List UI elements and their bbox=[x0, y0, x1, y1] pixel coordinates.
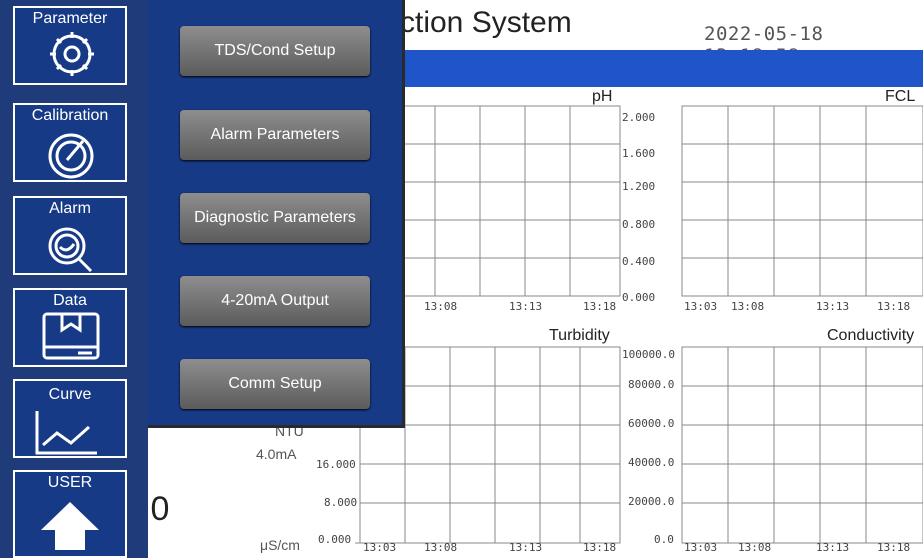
fcl-chart-grid bbox=[681, 105, 923, 297]
fcl-xtick: 13:18 bbox=[877, 300, 911, 313]
conductivity-xtick: 13:08 bbox=[738, 541, 772, 554]
parameter-dropdown-menu: TDS/Cond Setup Alarm Parameters Diagnost… bbox=[148, 0, 405, 428]
sidebar: Parameter Calibration Alarm Data Curve U… bbox=[0, 0, 148, 558]
conductivity-ytick: 60000.0 bbox=[628, 417, 675, 430]
header-bar bbox=[398, 50, 923, 87]
ph-xtick: 13:13 bbox=[509, 300, 543, 313]
ph-ytick: 0.400 bbox=[622, 255, 656, 268]
turbidity-ytick: 8.000 bbox=[324, 496, 358, 509]
ph-ytick: 1.600 bbox=[622, 147, 656, 160]
conductivity-ytick: 80000.0 bbox=[628, 378, 675, 391]
ph-ytick: 1.200 bbox=[622, 180, 656, 193]
conductivity-ytick: 100000.0 bbox=[622, 348, 675, 361]
sidebar-item-calibration[interactable]: Calibration bbox=[13, 103, 127, 182]
turbidity-chart-title: Turbidity bbox=[549, 327, 610, 344]
conductivity-ytick: 40000.0 bbox=[628, 456, 675, 469]
ph-ytick: 0.000 bbox=[622, 291, 656, 304]
ph-ytick: 0.800 bbox=[622, 218, 656, 231]
fcl-xtick: 13:13 bbox=[816, 300, 850, 313]
ph-ytick: 2.000 bbox=[622, 111, 656, 124]
conductivity-xtick: 13:18 bbox=[877, 541, 911, 554]
ph-xtick: 13:08 bbox=[424, 300, 458, 313]
conductivity-chart-title: Conductivity bbox=[827, 327, 915, 344]
diagnostic-parameters-button[interactable]: Diagnostic Parameters bbox=[180, 193, 370, 243]
turbidity-xtick: 13:13 bbox=[509, 541, 543, 554]
gauge-icon bbox=[48, 133, 94, 179]
conductivity-xtick: 13:03 bbox=[684, 541, 718, 554]
sidebar-item-parameter[interactable]: Parameter bbox=[13, 6, 127, 85]
trend-curve-icon bbox=[35, 411, 97, 455]
current-output-label: 4.0mA bbox=[256, 446, 297, 462]
sidebar-item-data[interactable]: Data bbox=[13, 288, 127, 367]
comm-setup-button[interactable]: Comm Setup bbox=[180, 359, 370, 409]
gear-icon bbox=[50, 32, 94, 76]
sidebar-item-curve[interactable]: Curve bbox=[13, 379, 127, 458]
conductivity-ytick: 20000.0 bbox=[628, 495, 675, 508]
conductivity-unit-label: μS/cm bbox=[260, 537, 300, 553]
sidebar-item-alarm[interactable]: Alarm bbox=[13, 196, 127, 275]
ph-xtick: 13:18 bbox=[583, 300, 617, 313]
fcl-chart-title: FCL bbox=[885, 88, 916, 105]
fcl-xtick: 13:03 bbox=[684, 300, 718, 313]
4-20ma-output-button[interactable]: 4-20mA Output bbox=[180, 276, 370, 326]
home-icon bbox=[41, 502, 99, 550]
conductivity-chart-grid bbox=[681, 346, 923, 544]
conductivity-xtick: 13:13 bbox=[816, 541, 850, 554]
sidebar-item-user[interactable]: USER bbox=[13, 470, 127, 558]
turbidity-xtick: 13:03 bbox=[363, 541, 397, 554]
page-title: ction System bbox=[400, 6, 572, 39]
turbidity-xtick: 13:08 bbox=[424, 541, 458, 554]
turbidity-ytick: 0.000 bbox=[318, 533, 352, 546]
alarm-magnifier-icon bbox=[48, 227, 93, 273]
ph-chart-title: pH bbox=[592, 88, 613, 105]
data-tray-icon bbox=[42, 312, 100, 360]
turbidity-xtick: 13:18 bbox=[583, 541, 617, 554]
alarm-parameters-button[interactable]: Alarm Parameters bbox=[180, 110, 370, 160]
tds-cond-setup-button[interactable]: TDS/Cond Setup bbox=[180, 26, 370, 76]
fcl-xtick: 13:08 bbox=[731, 300, 765, 313]
turbidity-ytick: 16.000 bbox=[316, 458, 356, 471]
conductivity-ytick: 0.0 bbox=[654, 533, 674, 546]
